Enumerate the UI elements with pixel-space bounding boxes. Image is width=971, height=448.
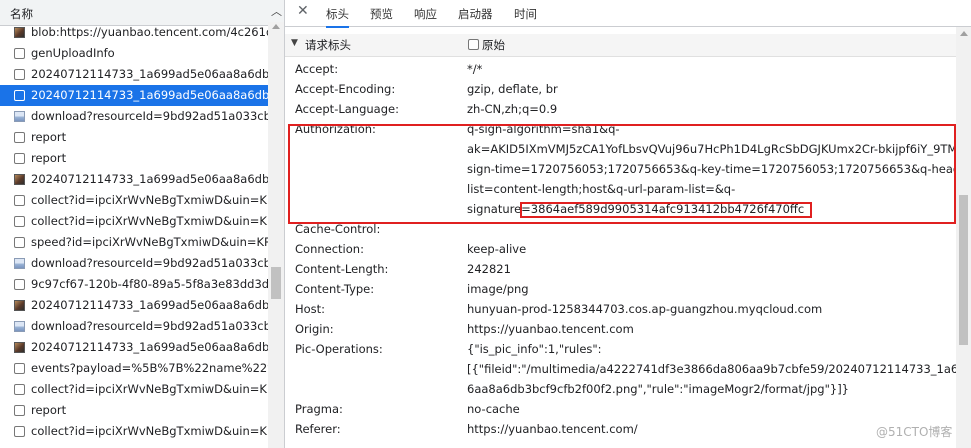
request-name: download?resourceId=9bd92ad51a033cbe… <box>31 256 268 270</box>
request-row[interactable]: genUploadInfo <box>0 43 268 64</box>
document-icon <box>14 363 25 374</box>
request-name: collect?id=ipciXrWvNeBgTxmiwD&uin=KPr… <box>31 214 268 228</box>
request-row[interactable]: report <box>0 400 268 421</box>
header-value: 6aa8a6db3bcf9cfb2f00f2.png","rule":"imag… <box>467 382 849 396</box>
header-name: Accept: <box>295 62 339 76</box>
scrollbar-thumb[interactable] <box>959 195 968 345</box>
header-name: Accept-Encoding: <box>295 82 396 96</box>
request-row[interactable]: 20240712114733_1a699ad5e06aa8a6db3b… <box>0 169 268 190</box>
signature-highlight-box <box>520 202 812 218</box>
document-icon <box>14 69 25 80</box>
header-name: Origin: <box>295 322 334 336</box>
request-name: collect?id=ipciXrWvNeBgTxmiwD&uin=KPr… <box>31 382 268 396</box>
header-name: Accept-Language: <box>295 102 399 116</box>
image-icon <box>14 174 25 185</box>
request-row[interactable]: speed?id=ipciXrWvNeBgTxmiwD&uin=KPr… <box>0 232 268 253</box>
headers-scrollbar[interactable] <box>956 27 971 448</box>
header-name: Content-Length: <box>295 262 389 276</box>
document-icon <box>14 384 25 395</box>
header-value: https://yuanbao.tencent.com/ <box>467 422 638 436</box>
request-row[interactable]: collect?id=ipciXrWvNeBgTxmiwD&uin=KPr… <box>0 421 268 442</box>
request-list: blob:https://yuanbao.tencent.com/4c261d…… <box>0 22 268 442</box>
header-value: */* <box>467 62 483 76</box>
image-icon <box>14 258 25 269</box>
document-icon <box>14 216 25 227</box>
request-name: 20240712114733_1a699ad5e06aa8a6db3b… <box>31 88 268 102</box>
request-name: genUploadInfo <box>31 46 115 60</box>
header-name: Pragma: <box>295 402 343 416</box>
header-name: Content-Type: <box>295 282 375 296</box>
request-row[interactable]: 9c97cf67-120b-4f80-89a5-5f8a3e83dd3d <box>0 274 268 295</box>
image-icon <box>14 111 25 122</box>
scroll-up-arrow-icon[interactable] <box>272 24 280 29</box>
document-icon <box>14 48 25 59</box>
request-row[interactable]: report <box>0 148 268 169</box>
request-name: collect?id=ipciXrWvNeBgTxmiwD&uin=KPr… <box>31 193 268 207</box>
chevron-up-icon: ︿ <box>271 5 282 18</box>
request-headers-list: Accept: */* Accept-Encoding: gzip, deflate,… <box>285 0 971 448</box>
header-value: no-cache <box>467 402 520 416</box>
header-value: {"is_pic_info":1,"rules": <box>467 342 602 356</box>
request-row[interactable]: download?resourceId=9bd92ad51a033cbe… <box>0 106 268 127</box>
header-value: zh-CN,zh;q=0.9 <box>467 102 558 116</box>
header-name: Pic-Operations: <box>295 342 383 356</box>
request-row[interactable]: collect?id=ipciXrWvNeBgTxmiwD&uin=KPr… <box>0 190 268 211</box>
request-name: report <box>31 151 67 165</box>
header-value: [{"fileid":"/multimedia/a4222741df3e3866… <box>467 362 971 376</box>
scrollbar-thumb[interactable] <box>271 267 281 299</box>
document-icon <box>14 426 25 437</box>
name-column-label: 名称 <box>10 7 33 21</box>
request-row[interactable]: report <box>0 127 268 148</box>
header-name: Connection: <box>295 242 364 256</box>
header-value: image/png <box>467 282 529 296</box>
name-column-header[interactable]: 名称 ︿ <box>0 0 284 26</box>
request-name: collect?id=ipciXrWvNeBgTxmiwD&uin=KPr… <box>31 424 268 438</box>
request-row[interactable]: collect?id=ipciXrWvNeBgTxmiwD&uin=KPr… <box>0 379 268 400</box>
request-name: 20240712114733_1a699ad5e06aa8a6db3b… <box>31 172 268 186</box>
request-list-scrollbar[interactable] <box>268 22 284 448</box>
request-row[interactable]: events?payload=%5B%7B%22name%22%… <box>0 358 268 379</box>
request-row[interactable]: download?resourceId=9bd92ad51a033cbe… <box>0 316 268 337</box>
document-icon <box>14 153 25 164</box>
header-value: https://yuanbao.tencent.com <box>467 322 634 336</box>
request-name: download?resourceId=9bd92ad51a033cbe… <box>31 319 268 333</box>
document-icon <box>14 237 25 248</box>
request-name: report <box>31 130 67 144</box>
request-name: 20240712114733_1a699ad5e06aa8a6db3b… <box>31 340 268 354</box>
image-icon <box>14 300 25 311</box>
request-name: speed?id=ipciXrWvNeBgTxmiwD&uin=KPr… <box>31 235 268 249</box>
header-name: Host: <box>295 302 326 316</box>
request-row[interactable]: 20240712114733_1a699ad5e06aa8a6db3b… <box>0 64 268 85</box>
request-name: events?payload=%5B%7B%22name%22%… <box>31 361 268 375</box>
request-name: 9c97cf67-120b-4f80-89a5-5f8a3e83dd3d <box>31 277 268 291</box>
request-row[interactable]: download?resourceId=9bd92ad51a033cbe… <box>0 253 268 274</box>
request-name: 20240712114733_1a699ad5e06aa8a6db3b… <box>31 298 268 312</box>
request-row[interactable]: collect?id=ipciXrWvNeBgTxmiwD&uin=KPr… <box>0 211 268 232</box>
header-name: Cache-Control: <box>295 222 381 236</box>
image-icon <box>14 321 25 332</box>
request-list-panel: blob:https://yuanbao.tencent.com/4c261d…… <box>0 0 285 448</box>
request-name: 20240712114733_1a699ad5e06aa8a6db3b… <box>31 67 268 81</box>
document-icon <box>14 90 25 101</box>
header-name: Referer: <box>295 422 341 436</box>
request-row[interactable]: 20240712114733_1a699ad5e06aa8a6db3b… <box>0 295 268 316</box>
header-value: hunyuan-prod-1258344703.cos.ap-guangzhou… <box>467 302 823 316</box>
request-name: report <box>31 403 67 417</box>
image-icon <box>14 27 25 38</box>
watermark: @51CTO博客 <box>876 425 953 439</box>
scroll-up-arrow-icon[interactable] <box>960 31 968 36</box>
request-name: download?resourceId=9bd92ad51a033cbe… <box>31 109 268 123</box>
header-value: keep-alive <box>467 242 527 256</box>
request-row[interactable]: 20240712114733_1a699ad5e06aa8a6db3b… <box>0 85 268 106</box>
document-icon <box>14 405 25 416</box>
header-value: 242821 <box>467 262 511 276</box>
header-value: gzip, deflate, br <box>467 82 558 96</box>
document-icon <box>14 132 25 143</box>
request-row[interactable]: 20240712114733_1a699ad5e06aa8a6db3b… <box>0 337 268 358</box>
document-icon <box>14 195 25 206</box>
document-icon <box>14 279 25 290</box>
image-icon <box>14 342 25 353</box>
